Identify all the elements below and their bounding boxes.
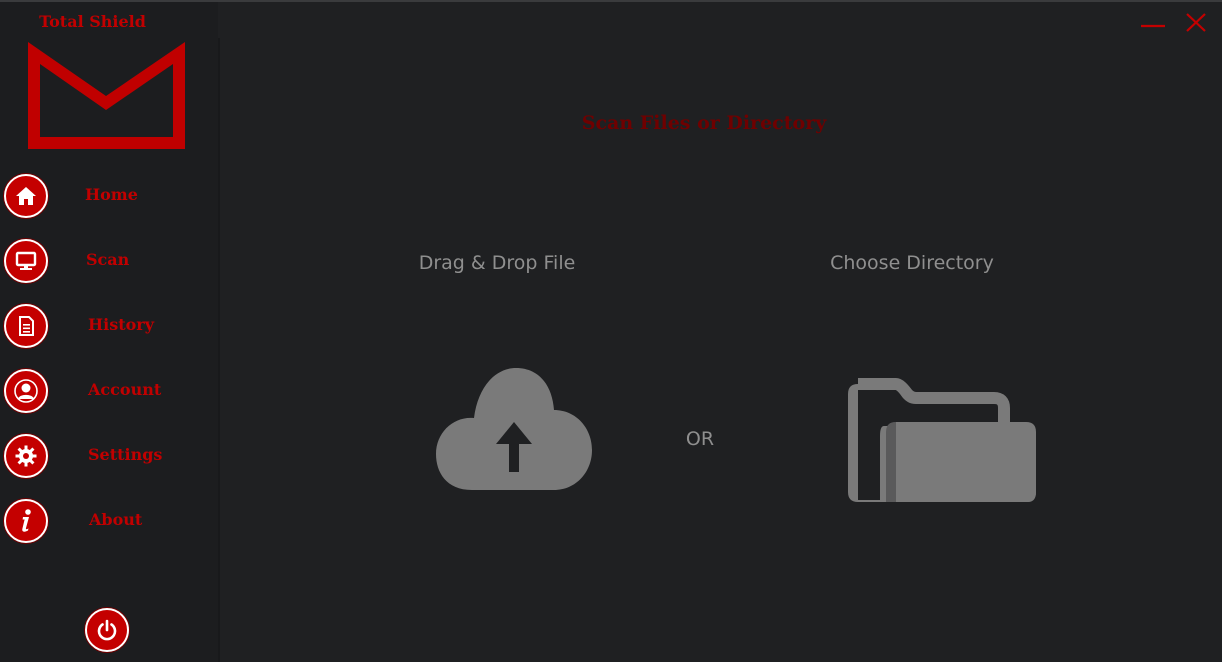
user-icon [4,369,48,413]
folder-icon [848,378,1036,502]
minimize-icon [1141,24,1165,28]
sidebar-item-account[interactable]: Account [4,369,204,415]
sidebar-item-history[interactable]: History [4,304,204,350]
power-button[interactable] [85,608,129,652]
drag-drop-label: Drag & Drop File [418,252,576,274]
choose-directory-label: Choose Directory [830,252,994,274]
close-button[interactable] [1184,12,1210,34]
gear-icon [4,434,48,478]
minimize-button[interactable] [1140,12,1166,34]
sidebar-item-settings[interactable]: Settings [4,434,204,480]
cloud-upload-icon [436,368,592,490]
sidebar-divider [218,38,220,662]
sidebar: Total Shield Home Scan History Account S… [0,2,218,662]
home-icon [4,174,48,218]
sidebar-item-label: Home [85,185,138,204]
close-icon [1186,13,1206,32]
logo-icon [28,42,185,149]
power-icon [97,619,117,641]
document-icon [4,304,48,348]
sidebar-item-about[interactable]: About [4,499,204,545]
monitor-icon [4,239,48,283]
sidebar-item-label: History [88,315,154,334]
sidebar-item-scan[interactable]: Scan [4,239,204,285]
sidebar-item-label: Scan [86,250,130,269]
sidebar-item-label: About [89,510,143,529]
sidebar-item-label: Account [88,380,162,399]
drag-drop-zone[interactable] [432,364,596,494]
choose-directory-button[interactable] [844,374,1040,506]
sidebar-item-label: Settings [88,445,163,464]
app-title: Total Shield [39,12,146,31]
info-icon [4,499,48,543]
page-title: Scan Files or Directory [581,112,827,134]
app-window: Total Shield Home Scan History Account S… [0,0,1222,662]
sidebar-item-home[interactable]: Home [4,174,204,220]
or-separator: OR [685,428,715,450]
